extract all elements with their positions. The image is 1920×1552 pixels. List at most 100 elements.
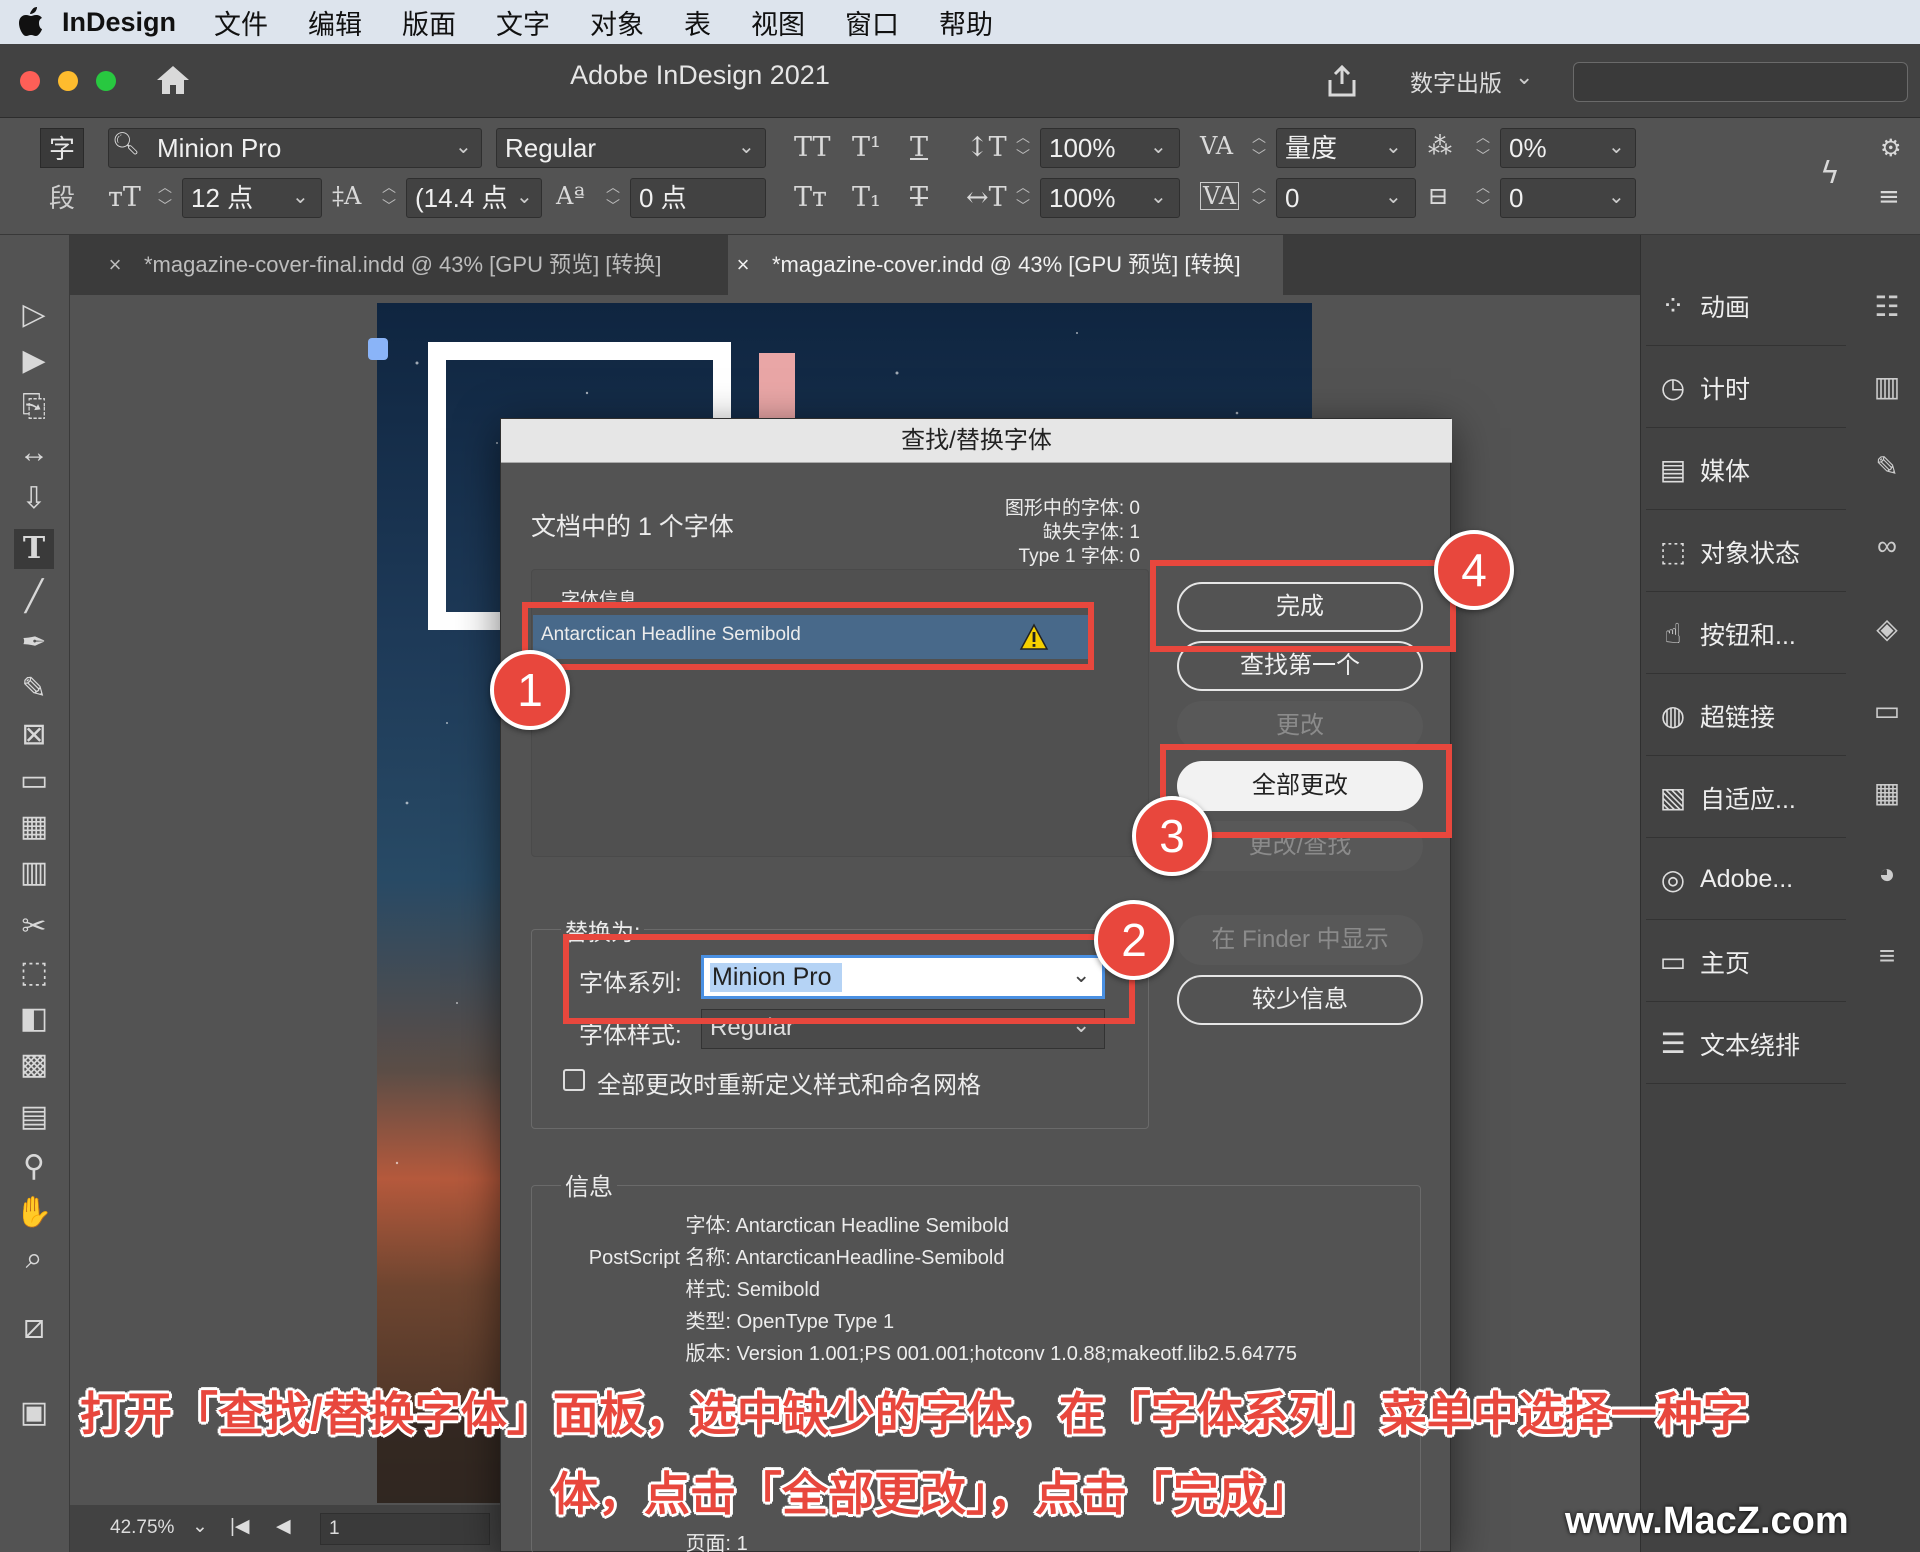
menu-table[interactable]: 表 (684, 3, 711, 42)
tab-magazine-cover-final[interactable]: × *magazine-cover-final.indd @ 43% [GPU … (100, 235, 720, 295)
panel-adobe-capture[interactable]: ◎ Adobe... (1646, 840, 1846, 920)
close-icon[interactable]: × (728, 235, 758, 295)
small-caps-icon[interactable]: Tт (794, 182, 827, 213)
horizontal-scale-stepper[interactable]: ︿ ﹀ (1012, 178, 1034, 218)
vertical-scale-stepper[interactable]: ︿ ﹀ (1012, 128, 1034, 168)
chevron-down-icon[interactable]: ⌄ (292, 184, 309, 209)
font-style-field[interactable]: Regular (496, 128, 766, 168)
close-icon[interactable]: × (100, 235, 130, 295)
panel-text-wrap[interactable]: ☰ 文本绕排 (1646, 1004, 1846, 1084)
eyedropper-tool-icon[interactable]: ⚲ (14, 1147, 54, 1187)
chevron-down-icon[interactable]: ⌄ (1515, 64, 1533, 90)
zoom-tool-icon[interactable]: ⌕ (14, 1239, 54, 1279)
edit-icon[interactable]: ✎ (1862, 450, 1912, 483)
menu-object[interactable]: 对象 (590, 3, 644, 42)
font-family-field[interactable]: Minion Pro (108, 128, 482, 168)
panel-menu-icon[interactable]: ≡ (1878, 182, 1900, 212)
redefine-styles-checkbox[interactable] (563, 1069, 585, 1091)
gradient-icon[interactable]: ▭ (1862, 694, 1912, 727)
menu-type[interactable]: 文字 (496, 3, 550, 42)
selection-tool-icon[interactable]: ▷ (14, 295, 54, 335)
chevron-down-icon[interactable]: ⌄ (738, 134, 755, 159)
tab-magazine-cover[interactable]: × *magazine-cover.indd @ 43% [GPU 预览] [转… (728, 235, 1283, 295)
character-mode-toggle[interactable]: 字 (40, 128, 84, 168)
grid-tool-icon[interactable]: ▥ (14, 853, 54, 893)
superscript-icon[interactable]: T¹ (852, 132, 881, 163)
fill-stroke-icon[interactable]: ⧄ (14, 1307, 54, 1347)
gear-icon[interactable]: ⚙ (1880, 134, 1902, 162)
free-transform-tool-icon[interactable]: ⬚ (14, 953, 54, 993)
reveal-in-finder-button[interactable]: 在 Finder 中显示 (1177, 915, 1423, 965)
pencil-tool-icon[interactable]: ✎ (14, 669, 54, 709)
menu-help[interactable]: 帮助 (939, 3, 993, 42)
page-tool-icon[interactable]: ⎘ (14, 387, 54, 427)
scissors-tool-icon[interactable]: ✂ (14, 907, 54, 947)
rectangle-tool-icon[interactable]: ▭ (14, 761, 54, 801)
gradient-swatch-tool-icon[interactable]: ◧ (14, 999, 54, 1039)
workspace-switcher[interactable]: 数字出版 (1410, 64, 1502, 98)
chevron-down-icon[interactable]: ⌄ (1385, 184, 1402, 209)
less-info-button[interactable]: 较少信息 (1177, 975, 1423, 1025)
swatches-icon[interactable]: ▦ (1862, 776, 1912, 809)
chevron-down-icon[interactable]: ⌄ (1608, 184, 1625, 209)
paragraph-mode-toggle[interactable]: 段 (40, 178, 84, 218)
share-icon[interactable] (1325, 64, 1359, 103)
character-rotate-stepper[interactable]: ︿ ﹀ (1472, 178, 1494, 218)
kerning-stepper[interactable]: ︿ ﹀ (1248, 128, 1270, 168)
tracking-stepper[interactable]: ︿ ﹀ (1248, 178, 1270, 218)
line-tool-icon[interactable]: ╱ (14, 577, 54, 617)
gradient-feather-tool-icon[interactable]: ▩ (14, 1045, 54, 1085)
menu-layout[interactable]: 版面 (402, 3, 456, 42)
color-palette-icon[interactable]: ◕ (1862, 858, 1912, 890)
all-caps-icon[interactable]: TT (794, 132, 831, 163)
pen-tool-icon[interactable]: ✒ (14, 623, 54, 663)
previous-page-icon[interactable]: ◀ (276, 1515, 291, 1538)
panel-animation[interactable]: ⁘ 动画 (1646, 266, 1846, 346)
layers-icon[interactable]: ◈ (1862, 612, 1912, 645)
leading-stepper[interactable]: ︿ ﹀ (378, 178, 400, 218)
chevron-down-icon[interactable]: ⌄ (192, 1515, 208, 1538)
type-tool-icon[interactable]: T (14, 529, 54, 569)
menu-lines-icon[interactable]: ≡ (1862, 940, 1912, 972)
panel-object-states[interactable]: ⬚ 对象状态 (1646, 512, 1846, 592)
link-icon[interactable]: ∞ (1862, 530, 1912, 562)
note-tool-icon[interactable]: ▤ (14, 1097, 54, 1137)
first-page-icon[interactable]: |◀ (230, 1515, 250, 1538)
font-size-stepper[interactable]: ︿ ﹀ (154, 178, 176, 218)
chevron-down-icon[interactable]: ⌄ (1385, 134, 1402, 159)
search-input[interactable] (1573, 62, 1908, 102)
panel-buttons-forms[interactable]: ☝ 按钮和... (1646, 594, 1846, 674)
hand-tool-icon[interactable]: ✋ (14, 1193, 54, 1233)
chevron-down-icon[interactable]: ⌄ (1608, 134, 1625, 159)
table-tool-icon[interactable]: ▦ (14, 807, 54, 847)
chevron-down-icon[interactable]: ⌄ (455, 134, 472, 159)
menu-edit[interactable]: 编辑 (308, 3, 362, 42)
subscript-icon[interactable]: T₁ (852, 182, 881, 213)
baseline-shift-field[interactable]: 0 点 (630, 178, 766, 218)
lock-icon[interactable] (368, 338, 388, 360)
skew-stepper[interactable]: ︿ ﹀ (1472, 128, 1494, 168)
menu-file[interactable]: 文件 (214, 3, 268, 42)
strikethrough-icon[interactable]: T (910, 182, 928, 213)
chevron-down-icon[interactable]: ⌄ (1150, 134, 1167, 159)
content-collector-icon[interactable]: ⇩ (14, 479, 54, 519)
panel-hyperlinks[interactable]: ◍ 超链接 (1646, 676, 1846, 756)
menu-view[interactable]: 视图 (751, 3, 805, 42)
panel-liquid-layout[interactable]: ▧ 自适应... (1646, 758, 1846, 838)
menu-app-name[interactable]: InDesign (62, 7, 176, 38)
direct-selection-tool-icon[interactable]: ▶ (14, 341, 54, 381)
baseline-shift-stepper[interactable]: ︿ ﹀ (602, 178, 624, 218)
cc-libraries-icon[interactable]: ▥ (1862, 370, 1912, 403)
zoom-level[interactable]: 42.75% (110, 1517, 174, 1539)
gap-tool-icon[interactable]: ↔ (14, 433, 54, 473)
apple-icon[interactable] (0, 0, 62, 44)
panel-pages[interactable]: ▭ 主页 (1646, 922, 1846, 1002)
chevron-down-icon[interactable]: ⌄ (516, 184, 533, 209)
quick-actions-icon[interactable]: ϟ (1820, 156, 1840, 191)
menu-window[interactable]: 窗口 (845, 3, 899, 42)
rectangle-frame-tool-icon[interactable]: ⊠ (14, 715, 54, 755)
properties-icon[interactable]: ☷ (1862, 290, 1912, 323)
underline-icon[interactable]: T (910, 132, 928, 163)
view-mode-icon[interactable]: ▣ (14, 1393, 54, 1433)
chevron-down-icon[interactable]: ⌄ (1150, 184, 1167, 209)
